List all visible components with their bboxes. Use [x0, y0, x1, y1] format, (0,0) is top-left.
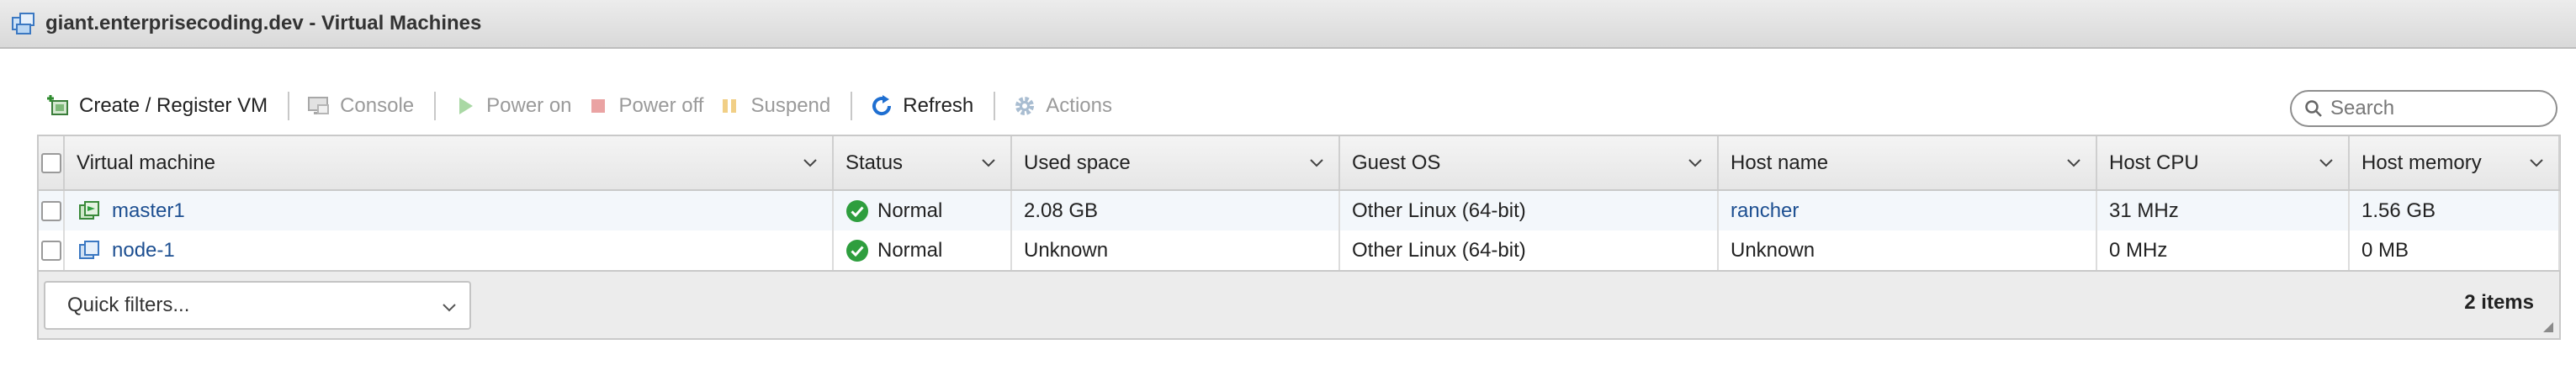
toolbar-separator: [288, 92, 290, 120]
vm-name-link[interactable]: node-1: [112, 239, 175, 262]
power-on-icon: [459, 98, 474, 114]
select-all-cell: [39, 136, 65, 191]
suspend-button[interactable]: Suspend: [712, 87, 839, 124]
toolbar-separator: [851, 92, 853, 120]
column-header-virtual-machine[interactable]: Virtual machine: [64, 136, 834, 191]
virtual-machines-icon: [12, 13, 34, 34]
power-off-button[interactable]: Power off: [580, 87, 713, 124]
host-cpu-cell: 31 MHz: [2096, 190, 2350, 230]
window-titlebar: giant.enterprisecoding.dev - Virtual Mac…: [0, 0, 2576, 49]
vm-name-cell: node-1: [64, 230, 834, 272]
status-cell: Normal: [833, 190, 1012, 230]
select-all-checkbox[interactable]: [40, 153, 61, 174]
console-label: Console: [340, 94, 415, 117]
console-button[interactable]: Console: [301, 87, 422, 124]
refresh-label: Refresh: [903, 94, 974, 117]
vm-powered-off-icon: [79, 240, 99, 259]
guest-os-cell: Other Linux (64-bit): [1339, 230, 1719, 272]
chevron-down-icon[interactable]: [802, 155, 819, 172]
status-text: Normal: [877, 238, 943, 262]
chevron-down-icon[interactable]: [2318, 155, 2335, 172]
host-cpu-cell: 0 MHz: [2096, 230, 2350, 272]
column-header-status[interactable]: Status: [833, 136, 1012, 191]
vm-grid: Virtual machine Status Used space Guest …: [37, 135, 2561, 340]
status-text: Normal: [877, 199, 943, 222]
grid-footer: Quick filters... 2 items: [39, 274, 2559, 338]
gear-icon: [1015, 97, 1035, 115]
used-space-cell: 2.08 GB: [1011, 190, 1340, 230]
refresh-button[interactable]: Refresh: [864, 87, 982, 124]
power-on-label: Power on: [486, 94, 572, 117]
row-select-cell: [39, 230, 65, 272]
quick-filters-label: Quick filters...: [67, 294, 190, 316]
toolbar-separator: [434, 92, 437, 120]
table-row[interactable]: master1 Normal 2.08 GB Other Linux (64-b…: [39, 190, 2560, 230]
row-checkbox[interactable]: [40, 201, 61, 222]
suspend-label: Suspend: [750, 94, 831, 117]
power-on-button[interactable]: Power on: [448, 87, 580, 124]
suspend-icon: [723, 99, 737, 113]
column-header-host-cpu[interactable]: Host CPU: [2096, 136, 2350, 191]
toolbar: Create / Register VM Console Power on Po…: [40, 87, 1121, 124]
host-memory-cell: 1.56 GB: [2349, 190, 2560, 230]
column-header-host-name[interactable]: Host name: [1718, 136, 2097, 191]
create-register-vm-button[interactable]: Create / Register VM: [40, 87, 276, 124]
chevron-down-icon[interactable]: [2065, 155, 2082, 172]
item-count: 2 items: [2464, 291, 2534, 314]
table-header-row: Virtual machine Status Used space Guest …: [39, 136, 2560, 191]
search-input[interactable]: [2330, 97, 2549, 120]
host-memory-cell: 0 MB: [2349, 230, 2560, 272]
check-circle-icon: [846, 199, 868, 222]
search-icon: [2305, 100, 2322, 117]
chevron-down-icon[interactable]: [980, 155, 997, 172]
column-header-used-space[interactable]: Used space: [1011, 136, 1340, 191]
toolbar-separator: [994, 92, 996, 120]
table-row[interactable]: node-1 Normal Unknown Other Linux (64-bi…: [39, 230, 2560, 272]
create-vm-icon: [47, 95, 68, 115]
chevron-down-icon[interactable]: [1687, 155, 1704, 172]
vm-name-cell: master1: [64, 190, 834, 230]
status-cell: Normal: [833, 230, 1012, 272]
search-box[interactable]: [2290, 90, 2557, 127]
used-space-cell: Unknown: [1011, 230, 1340, 272]
row-select-cell: [39, 190, 65, 230]
column-header-host-memory[interactable]: Host memory: [2349, 136, 2560, 191]
chevron-down-icon[interactable]: [1308, 155, 1325, 172]
quick-filters-dropdown[interactable]: Quick filters...: [44, 281, 471, 330]
power-off-label: Power off: [618, 94, 704, 117]
host-name-cell: Unknown: [1718, 230, 2097, 272]
host-name-cell: rancher: [1718, 190, 2097, 230]
host-name-link[interactable]: rancher: [1731, 199, 1799, 222]
console-icon: [308, 97, 330, 114]
actions-button[interactable]: Actions: [1007, 87, 1121, 124]
refresh-icon: [872, 95, 892, 116]
row-checkbox[interactable]: [40, 241, 61, 262]
check-circle-icon: [846, 239, 868, 262]
vm-name-link[interactable]: master1: [112, 199, 185, 223]
resize-grip-icon[interactable]: [2541, 320, 2554, 333]
create-register-vm-label: Create / Register VM: [79, 94, 268, 117]
column-header-guest-os[interactable]: Guest OS: [1339, 136, 1719, 191]
power-off-icon: [591, 99, 605, 113]
chevron-down-icon[interactable]: [2528, 155, 2545, 172]
chevron-down-icon: [443, 304, 456, 312]
vm-table: Virtual machine Status Used space Guest …: [39, 136, 2560, 272]
guest-os-cell: Other Linux (64-bit): [1339, 190, 1719, 230]
vm-powered-on-icon: [79, 200, 99, 220]
window-title: giant.enterprisecoding.dev - Virtual Mac…: [45, 12, 482, 34]
actions-label: Actions: [1046, 94, 1112, 117]
